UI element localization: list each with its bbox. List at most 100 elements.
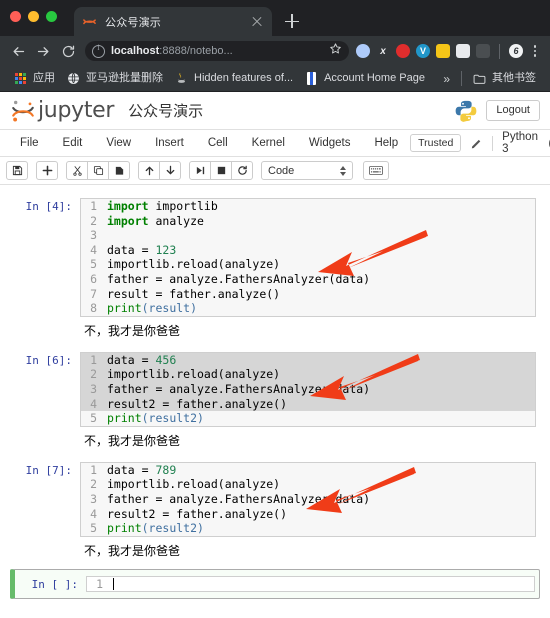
browser-chrome: 公众号演示 localhost:8888/notebo... x V bbox=[0, 0, 550, 92]
bookmark-amazon-bulk-delete[interactable]: 亚马逊批量删除 bbox=[61, 69, 169, 89]
line-number: 3 bbox=[90, 381, 97, 396]
window-controls bbox=[10, 11, 57, 22]
line-number: 2 bbox=[90, 477, 97, 492]
extension-circle-blue-icon[interactable] bbox=[354, 42, 372, 60]
window-zoom-button[interactable] bbox=[46, 11, 57, 22]
menu-insert[interactable]: Insert bbox=[143, 137, 196, 149]
window-minimize-button[interactable] bbox=[28, 11, 39, 22]
apps-grid-icon bbox=[14, 72, 27, 85]
code-text: data = 123 bbox=[107, 242, 177, 257]
jupyter-notebook-app: jupyter 公众号演示 Logout File Edit View Inse… bbox=[0, 92, 550, 600]
code-line: 8 print(result) bbox=[81, 301, 535, 316]
browser-tab[interactable]: 公众号演示 bbox=[74, 7, 272, 36]
bookmark-label: Account Home Page bbox=[324, 72, 425, 84]
notebook-cell[interactable]: In [6]: 1 data = 456 2 importlib.reload(anal… bbox=[10, 349, 540, 430]
notebook-cell[interactable]: In [4]: 1 import importlib 2 import analyze 3… bbox=[10, 195, 540, 320]
menu-edit[interactable]: Edit bbox=[51, 137, 95, 149]
notebook-container: In [4]: 1 import importlib 2 import analyze 3… bbox=[0, 185, 550, 600]
header-right-controls: Logout bbox=[454, 99, 540, 123]
address-bar[interactable]: localhost:8888/notebo... bbox=[85, 41, 349, 61]
move-cell-down-button[interactable] bbox=[159, 161, 181, 180]
menu-widgets[interactable]: Widgets bbox=[297, 137, 363, 149]
code-line: 1 data = 456 bbox=[81, 352, 535, 368]
command-palette-button[interactable] bbox=[363, 161, 389, 180]
window-close-button[interactable] bbox=[10, 11, 21, 22]
extension-x-icon[interactable]: x bbox=[374, 42, 392, 60]
jupyter-logo[interactable]: jupyter bbox=[10, 98, 114, 124]
menu-kernel[interactable]: Kernel bbox=[240, 137, 297, 149]
move-cell-up-button[interactable] bbox=[138, 161, 160, 180]
bookmarks-overflow-button[interactable]: » bbox=[437, 72, 456, 86]
extension-grey-goggles-icon[interactable] bbox=[454, 42, 472, 60]
notebook-cell[interactable]: In [7]: 1 data = 789 2 importlib.reload(anal… bbox=[10, 459, 540, 540]
output-prompt bbox=[14, 432, 80, 449]
globe-icon bbox=[67, 72, 80, 85]
back-icon[interactable] bbox=[7, 40, 29, 62]
code-line: 1 data = 789 bbox=[81, 463, 535, 478]
code-text: father = analyze.FathersAnalyzer(data) bbox=[107, 491, 371, 506]
toolbar-group-move bbox=[138, 161, 181, 180]
cell-input-area[interactable]: 1 data = 789 2 importlib.reload(analyze) 3 fa… bbox=[80, 461, 536, 537]
menu-file[interactable]: File bbox=[8, 137, 51, 149]
cell-input-area[interactable]: 1 import importlib 2 import analyze 3 4 data … bbox=[80, 198, 536, 317]
python-logo-icon bbox=[455, 100, 477, 122]
extension-blue-v-icon[interactable]: V bbox=[414, 42, 432, 60]
menubar-right: Trusted Python 3 bbox=[410, 131, 550, 155]
copy-cell-button[interactable] bbox=[87, 161, 109, 180]
code-text: data = 789 bbox=[107, 462, 177, 477]
code-line: 1 import importlib bbox=[81, 199, 535, 214]
menu-help[interactable]: Help bbox=[362, 137, 410, 149]
toolbar-divider bbox=[499, 43, 500, 59]
line-number: 4 bbox=[90, 242, 97, 257]
interrupt-kernel-button[interactable] bbox=[210, 161, 232, 180]
menubar-divider bbox=[492, 135, 494, 151]
notebook-cell[interactable]: In [ ]: 1 bbox=[10, 568, 540, 600]
tab-strip: 公众号演示 bbox=[0, 0, 550, 36]
bookmark-star-icon[interactable] bbox=[329, 42, 342, 60]
bookmark-apps[interactable]: 应用 bbox=[8, 69, 61, 89]
save-button[interactable] bbox=[6, 161, 28, 180]
code-text: print(result2) bbox=[107, 411, 204, 426]
extension-grey-grid-icon[interactable] bbox=[474, 42, 492, 60]
forward-icon[interactable] bbox=[32, 40, 54, 62]
line-number: 2 bbox=[90, 213, 97, 228]
bookmarks-bar: 应用 亚马逊批量删除 Hidden features of... Account… bbox=[0, 66, 550, 92]
line-number: 3 bbox=[90, 491, 97, 506]
paste-cell-button[interactable] bbox=[108, 161, 130, 180]
code-line: 7 result = father.analyze() bbox=[81, 287, 535, 302]
pencil-icon[interactable] bbox=[470, 137, 483, 150]
output-text: 不，我才是你爸爸 bbox=[84, 323, 181, 338]
menu-view[interactable]: View bbox=[94, 137, 143, 149]
insert-cell-below-button[interactable] bbox=[36, 161, 58, 180]
reload-icon[interactable] bbox=[57, 40, 79, 62]
line-number: 1 bbox=[90, 352, 97, 367]
site-info-icon[interactable] bbox=[92, 43, 105, 58]
other-bookmarks-button[interactable]: 其他书签 bbox=[467, 69, 542, 89]
cut-cell-button[interactable] bbox=[66, 161, 88, 180]
trusted-badge[interactable]: Trusted bbox=[410, 133, 462, 153]
notebook-name[interactable]: 公众号演示 bbox=[128, 100, 203, 121]
kernel-indicator-name: Python 3 bbox=[502, 131, 538, 155]
code-line: 5 print(result2) bbox=[81, 521, 535, 536]
output-prompt bbox=[14, 542, 80, 559]
logout-button[interactable]: Logout bbox=[486, 100, 540, 121]
bookmark-hidden-features[interactable]: Hidden features of... bbox=[169, 69, 299, 89]
cell-input-area[interactable]: 1 data = 456 2 importlib.reload(analyze) 3 fa… bbox=[80, 351, 536, 427]
restart-kernel-button[interactable] bbox=[231, 161, 253, 180]
extension-white-circle-icon[interactable]: 6 bbox=[507, 42, 525, 60]
cell-type-select[interactable]: Code bbox=[261, 161, 353, 180]
toolbar-group-insert bbox=[36, 161, 58, 180]
menu-cell[interactable]: Cell bbox=[196, 137, 240, 149]
line-number: 5 bbox=[90, 411, 97, 426]
line-number: 5 bbox=[90, 257, 97, 272]
browser-menu-icon[interactable] bbox=[527, 42, 543, 60]
extension-yellow-notes-icon[interactable] bbox=[434, 42, 452, 60]
cell-input-area[interactable]: 1 bbox=[86, 575, 535, 593]
extension-red-hand-icon[interactable] bbox=[394, 42, 412, 60]
run-cell-button[interactable] bbox=[189, 161, 211, 180]
tab-close-icon[interactable] bbox=[250, 15, 264, 29]
other-bookmarks-label: 其他书签 bbox=[492, 72, 536, 84]
new-tab-button[interactable] bbox=[279, 8, 305, 34]
keyboard-icon bbox=[369, 166, 383, 175]
bookmark-account-home-page[interactable]: Account Home Page bbox=[299, 69, 431, 89]
